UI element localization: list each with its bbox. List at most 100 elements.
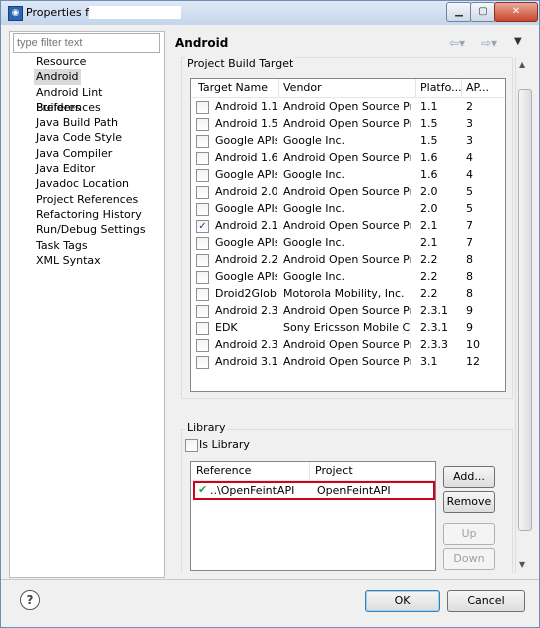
is-library-checkbox-box[interactable] <box>185 439 198 452</box>
nav-item[interactable]: Java Compiler <box>34 146 164 161</box>
target-platform-cell: 2.1 <box>420 219 438 232</box>
title-bar: ◉ Properties for ▁ ▢ ✕ <box>1 1 539 25</box>
nav-item[interactable]: Java Build Path <box>34 115 164 130</box>
target-vendor-cell: Sony Ericsson Mobile Co... <box>283 321 411 334</box>
target-checkbox[interactable] <box>196 271 209 284</box>
build-target-row[interactable]: Android 3.1 Android Open Source Proj... 3.… <box>191 353 505 370</box>
target-checkbox[interactable] <box>196 288 209 301</box>
column-header-vendor[interactable]: Vendor <box>283 81 322 94</box>
target-platform-cell: 1.1 <box>420 100 438 113</box>
target-checkbox[interactable] <box>196 237 209 250</box>
build-target-row[interactable]: Android 1.1 Android Open Source Proj... 1.… <box>191 98 505 115</box>
target-name-cell: Android 2.2 <box>215 253 277 266</box>
column-header-project[interactable]: Project <box>315 464 353 477</box>
column-header-reference[interactable]: Reference <box>196 464 251 477</box>
scrollbar-thumb[interactable] <box>518 89 532 531</box>
target-name-cell: Android 1.6 <box>215 151 277 164</box>
target-api-cell: 9 <box>466 321 473 334</box>
build-target-row[interactable]: Android 2.3.3 Android Open Source Proj...… <box>191 336 505 353</box>
page-header: Android ⇦▾ ⇨▾ ▼ <box>165 31 533 55</box>
target-vendor-cell: Google Inc. <box>283 202 346 215</box>
target-checkbox[interactable] <box>196 135 209 148</box>
nav-item[interactable]: XML Syntax <box>34 253 164 268</box>
add-library-button[interactable]: Add... <box>443 466 495 488</box>
column-header-target-name[interactable]: Target Name <box>198 81 268 94</box>
build-target-row[interactable]: Droid2Global Motorola Mobility, Inc. 2.2 8 <box>191 285 505 302</box>
page-content: Project Build Target Target Name Vendor … <box>179 57 515 573</box>
target-checkbox[interactable] <box>196 186 209 199</box>
target-checkbox[interactable] <box>196 339 209 352</box>
maximize-button[interactable]: ▢ <box>470 2 496 22</box>
library-row[interactable]: ✔ ..\OpenFeintAPI OpenFeintAPI <box>193 481 435 500</box>
nav-item[interactable]: Java Code Style <box>34 130 164 145</box>
target-platform-cell: 2.2 <box>420 270 438 283</box>
target-name-cell: Android 3.1 <box>215 355 277 368</box>
target-checkbox[interactable]: ✓ <box>196 220 209 233</box>
view-menu-icon[interactable]: ▼ <box>514 36 522 47</box>
build-target-row[interactable]: EDK Sony Ericsson Mobile Co... 2.3.1 9 <box>191 319 505 336</box>
nav-item[interactable]: Refactoring History <box>34 207 164 222</box>
filter-input[interactable] <box>13 33 160 53</box>
target-api-cell: 8 <box>466 270 473 283</box>
move-down-button[interactable]: Down <box>443 548 495 570</box>
build-target-row[interactable]: Android 1.5 Android Open Source Proj... 1.… <box>191 115 505 132</box>
build-target-row[interactable]: Android 1.6 Android Open Source Proj... 1.… <box>191 149 505 166</box>
target-api-cell: 5 <box>466 202 473 215</box>
target-checkbox[interactable] <box>196 152 209 165</box>
is-library-label: Is Library <box>199 438 250 451</box>
column-header-api[interactable]: AP... <box>466 81 489 94</box>
build-target-row[interactable]: ✓ Android 2.1 Android Open Source Proj... 2… <box>191 217 505 234</box>
build-target-row[interactable]: Android 2.2 Android Open Source Proj... 2.… <box>191 251 505 268</box>
move-up-button[interactable]: Up <box>443 523 495 545</box>
column-header-platform[interactable]: Platfo... <box>420 81 462 94</box>
target-checkbox[interactable] <box>196 305 209 318</box>
target-checkbox[interactable] <box>196 203 209 216</box>
build-target-row[interactable]: Google APIs Google Inc. 1.5 3 <box>191 132 505 149</box>
target-vendor-cell: Android Open Source Proj... <box>283 100 411 113</box>
target-api-cell: 10 <box>466 338 480 351</box>
target-api-cell: 7 <box>466 236 473 249</box>
target-checkbox[interactable] <box>196 356 209 369</box>
scroll-up-arrow-icon[interactable]: ▲ <box>519 60 525 69</box>
nav-item[interactable]: Java Editor <box>34 161 164 176</box>
page-vertical-scrollbar[interactable]: ▲ ▼ <box>515 57 532 573</box>
target-vendor-cell: Google Inc. <box>283 134 346 147</box>
nav-item[interactable]: Javadoc Location <box>34 176 164 191</box>
target-api-cell: 4 <box>466 151 473 164</box>
target-name-cell: Android 1.5 <box>215 117 277 130</box>
nav-item[interactable]: Run/Debug Settings <box>34 222 164 237</box>
ok-button[interactable]: OK <box>365 590 440 612</box>
nav-item[interactable]: Android Lint Preferences <box>34 85 164 114</box>
target-name-cell: Android 2.3.3 <box>215 338 277 351</box>
build-target-group-label: Project Build Target <box>185 57 296 70</box>
help-icon[interactable]: ? <box>20 590 40 610</box>
target-name-cell: Android 2.1 <box>215 219 277 232</box>
target-checkbox[interactable] <box>196 322 209 335</box>
nav-item[interactable]: Android <box>34 69 81 85</box>
close-button[interactable]: ✕ <box>494 2 538 22</box>
eclipse-app-icon: ◉ <box>8 6 23 21</box>
forward-arrow-icon[interactable]: ⇨▾ <box>481 36 497 50</box>
nav-item[interactable]: Resource <box>34 54 164 69</box>
build-target-row[interactable]: Google APIs Google Inc. 1.6 4 <box>191 166 505 183</box>
build-target-row[interactable]: Android 2.0 Android Open Source Proj... 2.… <box>191 183 505 200</box>
back-arrow-icon[interactable]: ⇦▾ <box>449 36 465 50</box>
target-checkbox[interactable] <box>196 254 209 267</box>
page-title: Android <box>175 36 229 50</box>
build-target-row[interactable]: Google APIs Google Inc. 2.0 5 <box>191 200 505 217</box>
cancel-button[interactable]: Cancel <box>447 590 525 612</box>
target-vendor-cell: Android Open Source Proj... <box>283 355 411 368</box>
nav-item[interactable]: Task Tags <box>34 238 164 253</box>
target-checkbox[interactable] <box>196 101 209 114</box>
build-target-row[interactable]: Google APIs Google Inc. 2.1 7 <box>191 234 505 251</box>
properties-nav-panel: ResourceAndroidAndroid Lint PreferencesB… <box>9 31 165 578</box>
target-name-cell: Android 1.1 <box>215 100 277 113</box>
nav-item[interactable]: Project References <box>34 192 164 207</box>
target-checkbox[interactable] <box>196 118 209 131</box>
scroll-down-arrow-icon[interactable]: ▼ <box>519 560 525 569</box>
build-target-row[interactable]: Android 2.3.1 Android Open Source Proj...… <box>191 302 505 319</box>
target-checkbox[interactable] <box>196 169 209 182</box>
remove-library-button[interactable]: Remove <box>443 491 495 513</box>
build-target-row[interactable]: Google APIs Google Inc. 2.2 8 <box>191 268 505 285</box>
minimize-button[interactable]: ▁ <box>446 2 472 22</box>
